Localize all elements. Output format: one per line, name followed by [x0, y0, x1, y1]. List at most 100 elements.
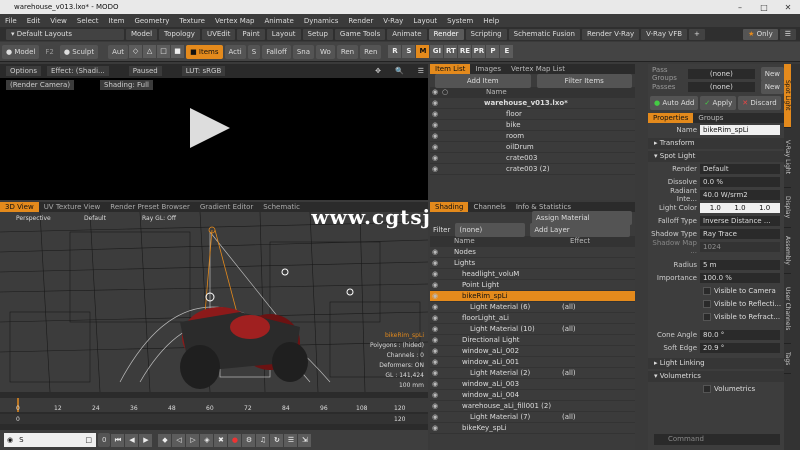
audio-icon[interactable]: ♫	[256, 433, 270, 447]
snapping-button[interactable]: Sna	[292, 44, 315, 59]
apply-button[interactable]: ✓ Apply	[700, 96, 737, 110]
key-prev-icon[interactable]: ◁	[172, 433, 186, 447]
add-layer-button[interactable]: Add Layer	[530, 223, 631, 237]
menu-view[interactable]: View	[45, 17, 72, 25]
menu-icon[interactable]: ☰	[284, 433, 298, 447]
play-icon[interactable]	[190, 108, 230, 148]
passes-new-button[interactable]: New	[760, 80, 784, 94]
move-icon[interactable]: ✥	[371, 66, 385, 76]
key-remove-icon[interactable]: ✖	[214, 433, 228, 447]
letter-rt-button[interactable]: RT	[444, 45, 458, 58]
minimize-icon[interactable]: –	[728, 3, 752, 12]
letter-pr-button[interactable]: PR	[472, 45, 486, 58]
options-button[interactable]: Options	[6, 66, 42, 76]
menu-help[interactable]: Help	[478, 17, 504, 25]
menu-vray[interactable]: V-Ray	[378, 17, 408, 25]
3d-viewport[interactable]: Perspective Default Ray GL: Off bikeRim_…	[0, 212, 428, 392]
eye-icon[interactable]: ◉	[430, 423, 440, 434]
menu-select[interactable]: Select	[72, 17, 104, 25]
tab-item-list[interactable]: Item List	[430, 64, 471, 74]
side-tab-assembly[interactable]: Assembly	[784, 228, 791, 274]
discard-button[interactable]: ✕ Discard	[738, 96, 781, 110]
falloff-button[interactable]: Falloff	[262, 44, 291, 59]
shading-row[interactable]: ◉ window_aLi_004	[430, 390, 635, 401]
letter-re-button[interactable]: RE	[458, 45, 472, 58]
menu-edit[interactable]: Edit	[22, 17, 46, 25]
menu-item[interactable]: Item	[104, 17, 130, 25]
shadow-map-field[interactable]: 1024	[700, 242, 780, 252]
soft-edge-field[interactable]: 20.9 °	[700, 343, 780, 353]
tab-3d-view[interactable]: 3D View	[0, 202, 39, 212]
menu-layout[interactable]: Layout	[408, 17, 442, 25]
only-toggle[interactable]: ★ Only	[743, 28, 778, 40]
shading-row[interactable]: ◉ warehouse_aLi_fill001 (2)	[430, 401, 635, 412]
filter-items-button[interactable]: Filter Items	[536, 73, 632, 88]
filter-dropdown[interactable]: (none)	[455, 223, 526, 237]
menu-render[interactable]: Render	[343, 17, 378, 25]
menu-animate[interactable]: Animate	[259, 17, 298, 25]
radius-field[interactable]: 5 m	[700, 260, 780, 270]
items-mode-button[interactable]: ■ Items	[186, 44, 223, 59]
shading-row[interactable]: ◉ window_aLi_002	[430, 346, 635, 357]
eye-icon[interactable]: ◉	[430, 412, 440, 423]
key-next-icon[interactable]: ▷	[186, 433, 200, 447]
side-tab-user-channels[interactable]: User Channels	[784, 274, 791, 344]
shading-dropdown[interactable]: Shading: Full	[100, 80, 153, 90]
tab-game-tools[interactable]: Game Tools	[334, 28, 386, 40]
symmetry-button[interactable]: S	[247, 44, 261, 59]
effect-dropdown[interactable]: Effect: (Shadi...	[47, 66, 109, 76]
auto-add-button[interactable]: ● Auto Add	[650, 96, 699, 110]
side-tab-spot-light[interactable]: Spot Light	[784, 64, 791, 128]
key-icon[interactable]: ◆	[158, 433, 172, 447]
gear-icon[interactable]: ⚙	[242, 433, 256, 447]
eye-icon[interactable]: ◉	[430, 379, 440, 390]
list-item[interactable]: ◉ warehouse_v013.lxo*	[430, 98, 635, 109]
shading-row[interactable]: ◉ Light Material (7) (all)	[430, 412, 635, 423]
shading-row[interactable]: ◉ floorLight_aLi	[430, 313, 635, 324]
importance-field[interactable]: 100.0 %	[700, 273, 780, 283]
tab-channels[interactable]: Channels	[468, 202, 510, 212]
tab-render-vray[interactable]: Render V-Ray	[581, 28, 640, 40]
menu-vertex-map[interactable]: Vertex Map	[210, 17, 260, 25]
light-linking-section[interactable]: ▸ Light Linking	[648, 358, 784, 369]
shading-row[interactable]: ◉ Point Light	[430, 280, 635, 291]
shading-row[interactable]: ◉ window_aLi_001	[430, 357, 635, 368]
list-item[interactable]: ◉ oilDrum	[430, 142, 635, 153]
name-field[interactable]: bikeRim_spLi	[700, 125, 780, 135]
workplane-button[interactable]: Wo	[316, 44, 335, 59]
model-mode-button[interactable]: ● Model	[2, 44, 40, 59]
tab-images[interactable]: Images	[470, 64, 506, 74]
pass-groups-new-button[interactable]: New	[760, 67, 784, 81]
eye-icon[interactable]: ◉	[430, 357, 440, 368]
eye-icon[interactable]: ◉	[430, 120, 440, 131]
add-tab-button[interactable]: +	[689, 28, 705, 40]
shading-row[interactable]: ◉ window_aLi_003	[430, 379, 635, 390]
camera-dropdown[interactable]: (Render Camera)	[6, 80, 75, 90]
close-icon[interactable]: ✕	[776, 3, 800, 12]
shading-row[interactable]: ◉ Nodes	[430, 247, 635, 258]
tab-scripting[interactable]: Scripting	[465, 28, 507, 40]
tab-render[interactable]: Render	[428, 28, 464, 40]
view-menu-icon[interactable]: ☰	[414, 66, 428, 76]
tab-schematic-fusion[interactable]: Schematic Fusion	[508, 28, 580, 40]
eye-icon[interactable]: ◉	[430, 335, 440, 346]
tab-vray-vfb[interactable]: V-Ray VFB	[641, 28, 688, 40]
side-tab-tags[interactable]: Tags	[784, 344, 791, 374]
eye-icon[interactable]: ◉	[430, 390, 440, 401]
shading-row[interactable]: ◉ headlight_voluM	[430, 269, 635, 280]
menu-file[interactable]: File	[0, 17, 22, 25]
list-item[interactable]: ◉ crate003	[430, 153, 635, 164]
eye-icon[interactable]: ◉	[430, 302, 440, 313]
visible-refract-checkbox[interactable]	[703, 313, 711, 321]
tab-uvedit[interactable]: UVEdit	[201, 28, 236, 40]
list-item[interactable]: ◉ crate003 (2)	[430, 164, 635, 175]
prev-key-icon[interactable]: ⏮	[111, 433, 125, 447]
tab-properties[interactable]: Properties	[648, 113, 694, 123]
passes-dropdown[interactable]: (none)	[688, 82, 755, 92]
layout-menu-icon[interactable]: ☰	[779, 28, 796, 40]
side-tab-display[interactable]: Display	[784, 188, 791, 228]
tab-render-preset-browser[interactable]: Render Preset Browser	[105, 202, 195, 212]
visible-reflect-checkbox[interactable]	[703, 300, 711, 308]
eye-icon[interactable]: ◉	[430, 164, 440, 175]
tab-vertex-map-list[interactable]: Vertex Map List	[506, 64, 570, 74]
